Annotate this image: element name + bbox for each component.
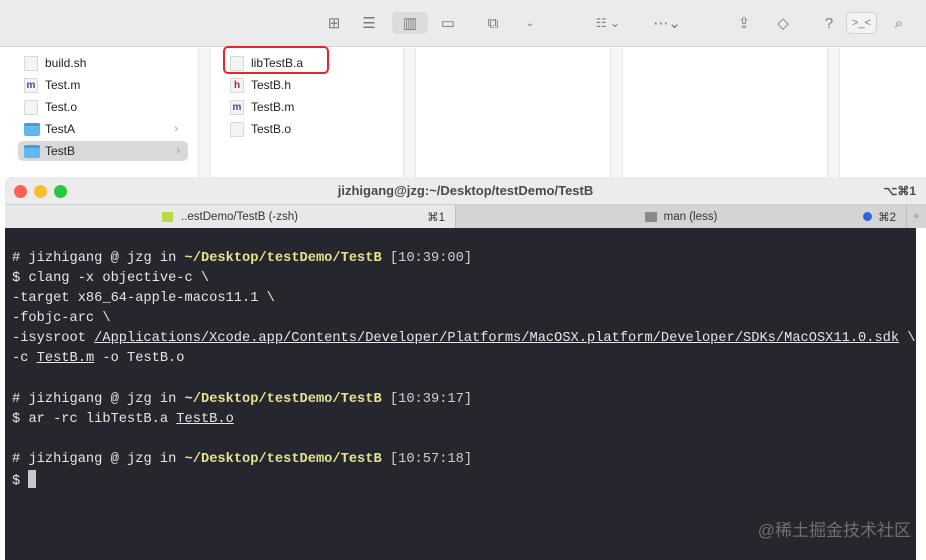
close-button[interactable]: [14, 185, 27, 198]
tab-man[interactable]: man (less) ⌘2: [456, 205, 906, 228]
folder-item[interactable]: TestA ›: [24, 119, 186, 139]
share-icon[interactable]: ⇪: [733, 12, 755, 34]
file-item[interactable]: Test.o: [24, 97, 194, 117]
tab-zsh[interactable]: ..estDemo/TestB (-zsh) ⌘1: [5, 205, 456, 228]
finder-column-1: build.sh m Test.m Test.o TestA › TestB ›: [0, 48, 198, 183]
window-shortcut: ⌥⌘1: [883, 183, 916, 198]
column-divider[interactable]: [827, 48, 840, 183]
tab-bar: ..estDemo/TestB (-zsh) ⌘1 man (less) ⌘2 …: [5, 205, 926, 228]
command-line: -isysroot /Applications/Xcode.app/Conten…: [12, 331, 916, 347]
more-icon[interactable]: ⋯⌄: [648, 12, 686, 34]
folder-icon: [24, 144, 40, 158]
file-name: TestA: [45, 122, 76, 136]
script-file-icon: [24, 55, 38, 71]
finder-column-4: [623, 48, 827, 183]
watermark: @稀土掘金技术社区: [757, 521, 911, 540]
terminal-titlebar: jizhigang@jzg:~/Desktop/testDemo/TestB ⌥…: [5, 177, 926, 205]
folder-item-selected[interactable]: TestB ›: [18, 141, 188, 161]
tab-shortcut: ⌘1: [427, 211, 445, 224]
column-divider[interactable]: [198, 48, 211, 183]
chevron-right-icon: ›: [174, 123, 178, 135]
tag-icon[interactable]: ◇: [772, 12, 794, 34]
highlight-box: [223, 46, 329, 74]
file-item[interactable]: m Test.m: [24, 75, 194, 95]
search-tab-icon: [644, 211, 657, 222]
prompt-line: # jizhigang @ jzg in ~/Desktop/testDemo/…: [12, 451, 473, 467]
minimize-button[interactable]: [34, 185, 47, 198]
column-divider[interactable]: [403, 48, 416, 183]
command-line: -fobjc-arc \: [12, 311, 111, 327]
file-name: build.sh: [45, 56, 87, 70]
tab-shortcut: ⌘2: [878, 211, 896, 224]
command-line: -target x86_64-apple-macos11.1 \: [12, 291, 275, 307]
quick-action-icon[interactable]: ⧉: [481, 12, 505, 34]
folder-icon: [24, 122, 40, 136]
group-icon[interactable]: ☷ ⌄: [590, 12, 626, 34]
file-item[interactable]: m TestB.m: [230, 97, 380, 117]
file-name: TestB.o: [251, 122, 292, 136]
input-line[interactable]: $: [12, 470, 916, 492]
objc-file-icon: m: [230, 99, 244, 115]
file-name: Test.o: [45, 100, 78, 114]
list-view-icon[interactable]: ☰: [357, 12, 381, 34]
command-line: -c TestB.m -o TestB.o: [12, 351, 185, 367]
chevron-right-icon: ›: [176, 145, 180, 157]
cursor: [28, 470, 37, 489]
activity-dot-icon: [863, 211, 873, 221]
finder-column-3: [416, 48, 610, 183]
chevron-down-icon[interactable]: ⌄: [522, 12, 538, 34]
new-tab-button[interactable]: +: [906, 205, 926, 228]
zoom-button[interactable]: [54, 185, 67, 198]
finder-toolbar: ⊞ ☰ ▥ ▭ ⧉ ⌄ ☷ ⌄ ⋯⌄ ⇪ ◇ ? >_< ⌕: [0, 0, 926, 47]
help-icon[interactable]: ?: [822, 12, 836, 34]
command-line: $ clang -x objective-c \: [12, 271, 210, 287]
window-title: jizhigang@jzg:~/Desktop/testDemo/TestB: [337, 183, 594, 198]
prompt-line: # jizhigang @ jzg in ~/Desktop/testDemo/…: [12, 391, 473, 407]
file-name: Test.m: [45, 78, 81, 92]
terminal-window: jizhigang@jzg:~/Desktop/testDemo/TestB ⌥…: [5, 177, 926, 560]
column-view-icon[interactable]: ▥: [392, 12, 428, 34]
file-name: TestB: [45, 144, 76, 158]
gallery-view-icon[interactable]: ▭: [436, 12, 460, 34]
terminal-output[interactable]: # jizhigang @ jzg in ~/Desktop/testDemo/…: [5, 228, 916, 560]
file-name: TestB.h: [251, 78, 292, 92]
document-icon: [230, 121, 244, 137]
file-item[interactable]: build.sh: [24, 53, 194, 73]
tab-label: ..estDemo/TestB (-zsh): [181, 210, 298, 223]
icon-view-icon[interactable]: ⊞: [322, 12, 346, 34]
objc-file-icon: m: [24, 77, 38, 93]
column-divider[interactable]: [610, 48, 623, 183]
file-item[interactable]: h TestB.h: [230, 75, 380, 95]
tab-label: man (less): [663, 210, 718, 223]
window-edge: [916, 228, 926, 560]
file-item[interactable]: TestB.o: [230, 119, 380, 139]
search-icon[interactable]: ⌕: [888, 12, 910, 34]
terminal-icon[interactable]: >_<: [846, 12, 877, 34]
document-icon: [24, 99, 38, 115]
header-file-icon: h: [230, 77, 244, 93]
terminal-tab-icon: [162, 211, 174, 222]
command-line: $ ar -rc libTestB.a TestB.o: [12, 411, 234, 427]
file-name: TestB.m: [251, 100, 295, 114]
prompt-line: # jizhigang @ jzg in ~/Desktop/testDemo/…: [12, 251, 473, 266]
